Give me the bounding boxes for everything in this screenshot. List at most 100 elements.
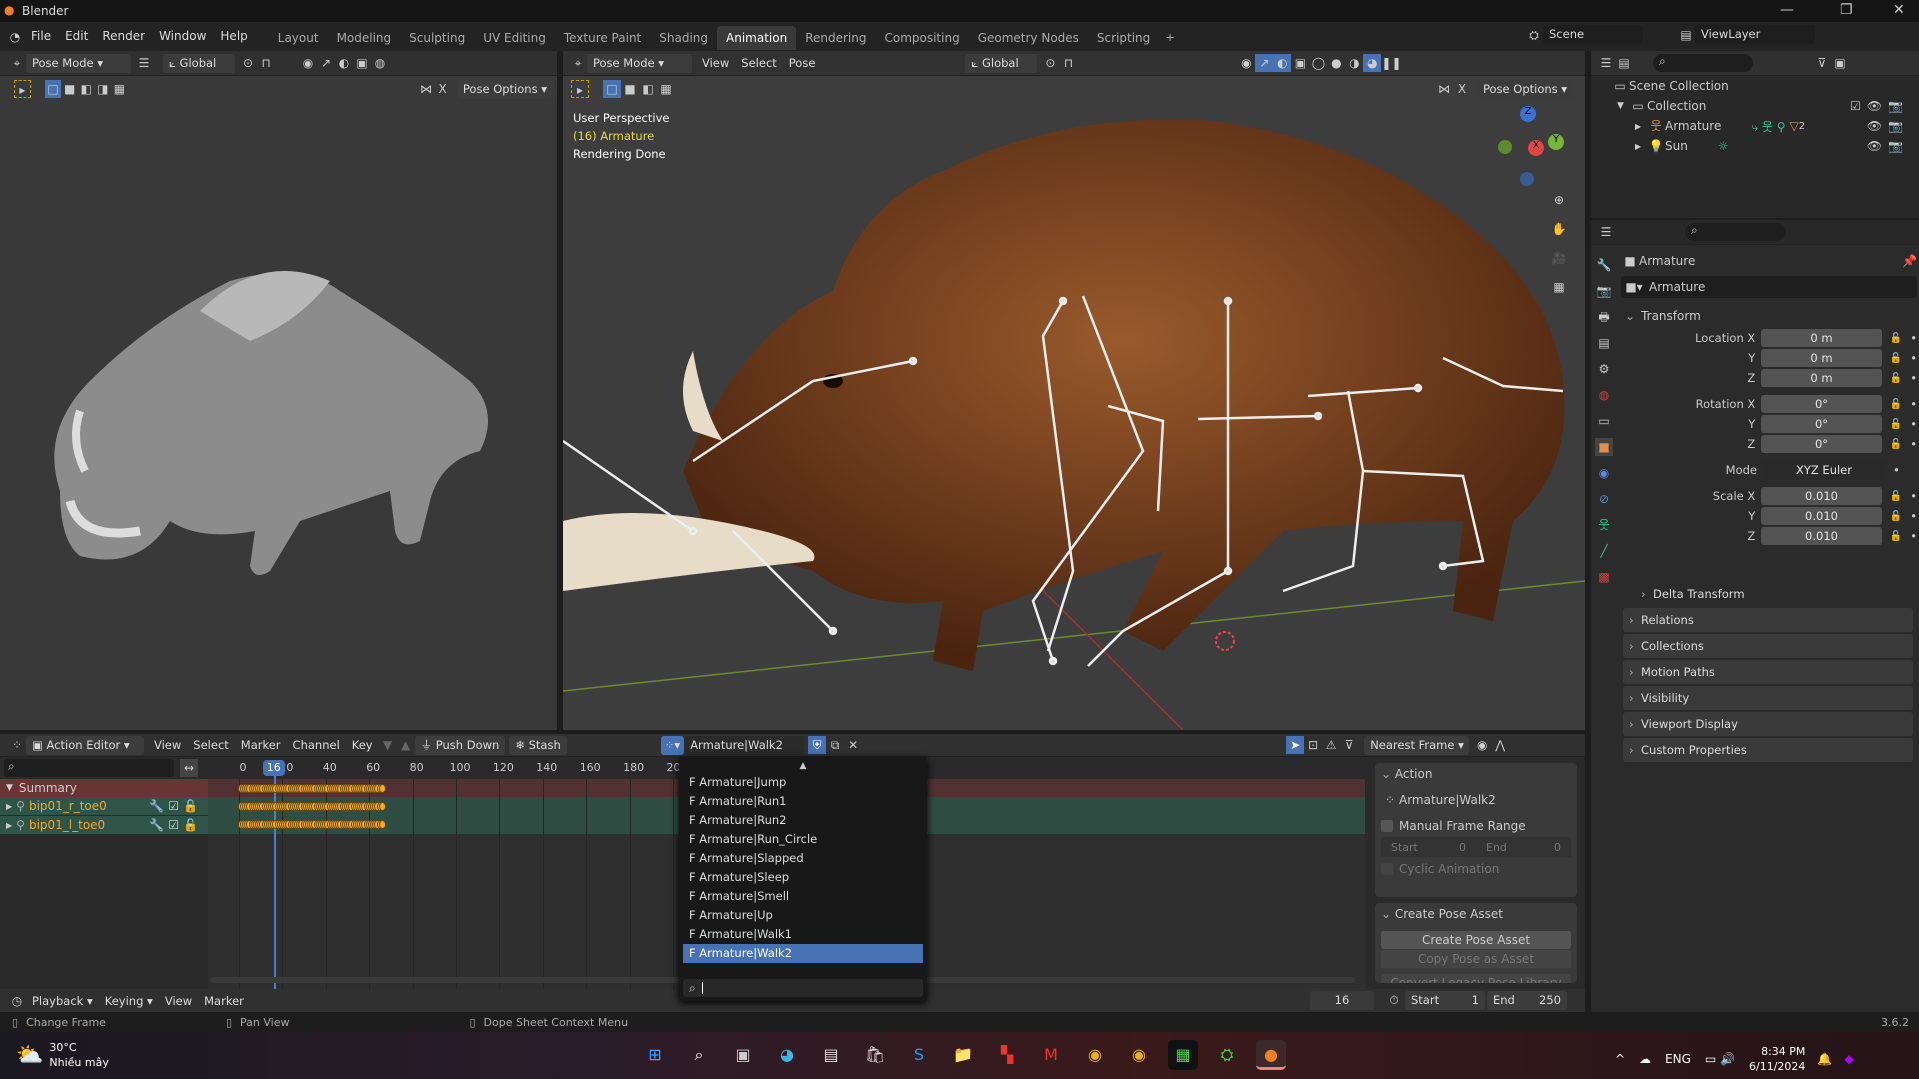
menu-channel[interactable]: Channel bbox=[287, 738, 346, 752]
filter-icon[interactable]: ⊽ bbox=[1813, 54, 1831, 72]
main-3d-viewport[interactable]: ⌖ Pose Mode ▾ View Select Pose ⟀ Global … bbox=[563, 51, 1585, 730]
file-explorer-icon[interactable]: 📁 bbox=[948, 1040, 978, 1070]
tab-rendering[interactable]: Rendering bbox=[796, 26, 875, 50]
current-frame-indicator[interactable]: 16 bbox=[262, 760, 285, 776]
tray-overflow-icon[interactable]: ^ bbox=[1615, 1052, 1625, 1066]
outliner-item-armature[interactable]: ▶ 웃 Armature ⤷ 웃 ⚲ ▽ 2 👁📷 bbox=[1591, 116, 1919, 136]
select-mode-new-icon[interactable]: □ bbox=[44, 80, 62, 98]
lock-icon[interactable]: 🔓 bbox=[1890, 353, 1902, 364]
mirror-icon[interactable]: ⋈ bbox=[418, 80, 435, 98]
property-field[interactable]: 0.010 bbox=[1761, 527, 1882, 545]
falloff-icon[interactable]: ⋀ bbox=[1491, 736, 1509, 754]
zoom-icon[interactable]: ⊕ bbox=[1550, 191, 1568, 209]
gizmo-z-axis[interactable]: Z bbox=[1520, 106, 1536, 122]
panel-collections[interactable]: Collections bbox=[1623, 634, 1913, 658]
overlay-icon[interactable]: ◐ bbox=[335, 54, 353, 72]
lock-icon[interactable]: 🔓 bbox=[1890, 399, 1902, 410]
object-name-field[interactable]: ■▾ Armature bbox=[1621, 276, 1917, 298]
keyframe-dot-icon[interactable]: • bbox=[1910, 371, 1917, 385]
action-menu-item[interactable]: F Armature|Smell bbox=[683, 887, 923, 906]
display-mode-icon[interactable]: ▤ bbox=[1615, 54, 1633, 72]
property-field[interactable]: 0 m bbox=[1761, 349, 1882, 367]
start-button-icon[interactable]: ⊞ bbox=[640, 1040, 670, 1070]
menu-edit[interactable]: Edit bbox=[58, 22, 95, 51]
gizmo-neg-z[interactable] bbox=[1520, 172, 1534, 186]
stopwatch-icon[interactable]: ⏱ bbox=[1385, 991, 1403, 1009]
editor-type-icon[interactable]: ⁘ bbox=[8, 736, 26, 754]
properties-editor[interactable]: ☰ ⌕ 🔧 📷 🖶 ▤ ⚙ ◍ ▭ ■ ◉ ⊘ 웃 ╱ ▩ ■ Armature 📌… bbox=[1591, 220, 1919, 1012]
constraint-tab-icon[interactable]: ⊘ bbox=[1595, 490, 1613, 508]
visibility-icon[interactable]: ◉ bbox=[1237, 54, 1255, 72]
keyframe-dot-icon[interactable]: • bbox=[1910, 351, 1917, 365]
keyframe-dot-icon[interactable]: • bbox=[1893, 463, 1900, 477]
overlay-icon[interactable]: ◐ bbox=[1273, 54, 1292, 72]
store-icon[interactable]: 🛍 bbox=[860, 1040, 890, 1070]
xray-icon[interactable]: ▣ bbox=[1291, 54, 1309, 72]
menu-key[interactable]: Key bbox=[346, 738, 379, 752]
action-panel-header[interactable]: ⌄ Action bbox=[1381, 767, 1571, 785]
channel-search-input[interactable]: ⌕ bbox=[4, 759, 174, 777]
panel-viewport-display[interactable]: Viewport Display bbox=[1623, 712, 1913, 736]
close-button[interactable]: ✕ bbox=[1893, 2, 1905, 18]
menu-view[interactable]: View bbox=[148, 738, 187, 752]
pause-render-icon[interactable]: ❚❚ bbox=[1381, 54, 1401, 72]
pivot-icon[interactable]: ⊙ bbox=[1041, 54, 1059, 72]
world-tab-icon[interactable]: ◍ bbox=[1595, 386, 1613, 404]
action-name-field[interactable]: Armature|Walk2 bbox=[684, 735, 805, 755]
tool-tab-icon[interactable]: 🔧 bbox=[1595, 256, 1613, 274]
select-mode-new-icon[interactable]: □ bbox=[603, 80, 621, 98]
grid-view-icon[interactable]: ▦ bbox=[1550, 278, 1568, 296]
tab-sculpting[interactable]: Sculpting bbox=[400, 26, 474, 50]
editor-mode-dropdown[interactable]: ▣ Action Editor ▾ bbox=[26, 735, 144, 755]
expand-icon[interactable]: ▶ bbox=[1635, 142, 1647, 151]
menu-help[interactable]: Help bbox=[213, 22, 254, 51]
lock-icon[interactable]: 🔓 bbox=[1890, 531, 1902, 542]
outliner[interactable]: ☰ ▤ ⌕ ⊽ ▣ ▭ Scene Collection ▼ ▭ Collection… bbox=[1591, 51, 1919, 218]
xray-icon[interactable]: ▣ bbox=[353, 54, 371, 72]
solid-shading-icon[interactable]: ● bbox=[1327, 54, 1345, 72]
select-tool-icon[interactable]: ▸ bbox=[14, 80, 31, 98]
push-down-button[interactable]: ⏚ Push Down bbox=[414, 735, 506, 755]
scene-selector[interactable]: Scene bbox=[1543, 25, 1643, 44]
action-menu-item[interactable]: F Armature|Walk2 bbox=[683, 944, 923, 963]
select-mode-subtract-icon[interactable]: ◧ bbox=[639, 80, 657, 98]
tab-compositing[interactable]: Compositing bbox=[875, 26, 968, 50]
channel-bip01-l-toe0[interactable]: ▶ ⚲ bip01_l_toe0 🔧☑🔓 bbox=[0, 816, 208, 834]
snap-mode-dropdown[interactable]: Nearest Frame ▾ bbox=[1364, 735, 1470, 755]
onedrive-icon[interactable]: ☁ bbox=[1639, 1052, 1651, 1066]
gpu-app-icon[interactable]: ⛭ bbox=[1212, 1040, 1242, 1070]
view-layer-tab-icon[interactable]: ▤ bbox=[1595, 334, 1613, 352]
mode-dropdown[interactable]: Pose Mode ▾ bbox=[26, 53, 131, 73]
action-editor[interactable]: ⁘ ▣ Action Editor ▾ View Select Marker C… bbox=[0, 734, 1585, 1012]
object-tab-icon[interactable]: ■ bbox=[1595, 438, 1613, 456]
orientation-dropdown[interactable]: ⟀ Global bbox=[163, 53, 235, 73]
channel-summary[interactable]: ▼ Summary bbox=[0, 779, 208, 797]
only-selected-icon[interactable]: ➤ bbox=[1286, 736, 1305, 754]
tab-shading[interactable]: Shading bbox=[650, 26, 717, 50]
texture-tab-icon[interactable]: ▩ bbox=[1595, 568, 1613, 586]
network-volume-icon[interactable]: ▭ 🔊 bbox=[1705, 1052, 1735, 1066]
gizmo-icon[interactable]: ↗ bbox=[317, 54, 335, 72]
fake-user-shield-icon[interactable]: ⛨ bbox=[808, 736, 827, 754]
action-menu-item[interactable]: F Armature|Sleep bbox=[683, 868, 923, 887]
panel-delta-transform[interactable]: Delta Transform bbox=[1635, 582, 1913, 606]
tab-modeling[interactable]: Modeling bbox=[328, 26, 401, 50]
skype-icon[interactable]: S bbox=[904, 1040, 934, 1070]
keyframe[interactable] bbox=[378, 820, 386, 829]
select-mode-extend-icon[interactable]: ■ bbox=[61, 80, 78, 98]
add-workspace-button[interactable]: + bbox=[1159, 30, 1181, 44]
mode-dropdown[interactable]: Pose Mode ▾ bbox=[587, 53, 692, 73]
lock-icon[interactable]: 🔓 bbox=[1890, 439, 1902, 450]
app-icon[interactable]: ▚ bbox=[992, 1040, 1022, 1070]
collection-toggles[interactable]: ☑👁📷 bbox=[1850, 99, 1909, 113]
edge-icon[interactable]: ◕ bbox=[772, 1040, 802, 1070]
action-menu-item[interactable]: F Armature|Run2 bbox=[683, 811, 923, 830]
editor-type-icon[interactable]: ⌖ bbox=[569, 54, 587, 72]
chrome-profile-icon[interactable]: ◉ bbox=[1124, 1040, 1154, 1070]
3d-cursor[interactable] bbox=[1215, 631, 1235, 651]
panel-custom-properties[interactable]: Custom Properties bbox=[1623, 738, 1913, 762]
gizmo-icon[interactable]: ↗ bbox=[1255, 54, 1274, 72]
render-tab-icon[interactable]: 📷 bbox=[1595, 282, 1613, 300]
rotation-mode-dropdown[interactable]: XYZ Euler bbox=[1763, 461, 1885, 479]
action-menu-item[interactable]: F Armature|Up bbox=[683, 906, 923, 925]
